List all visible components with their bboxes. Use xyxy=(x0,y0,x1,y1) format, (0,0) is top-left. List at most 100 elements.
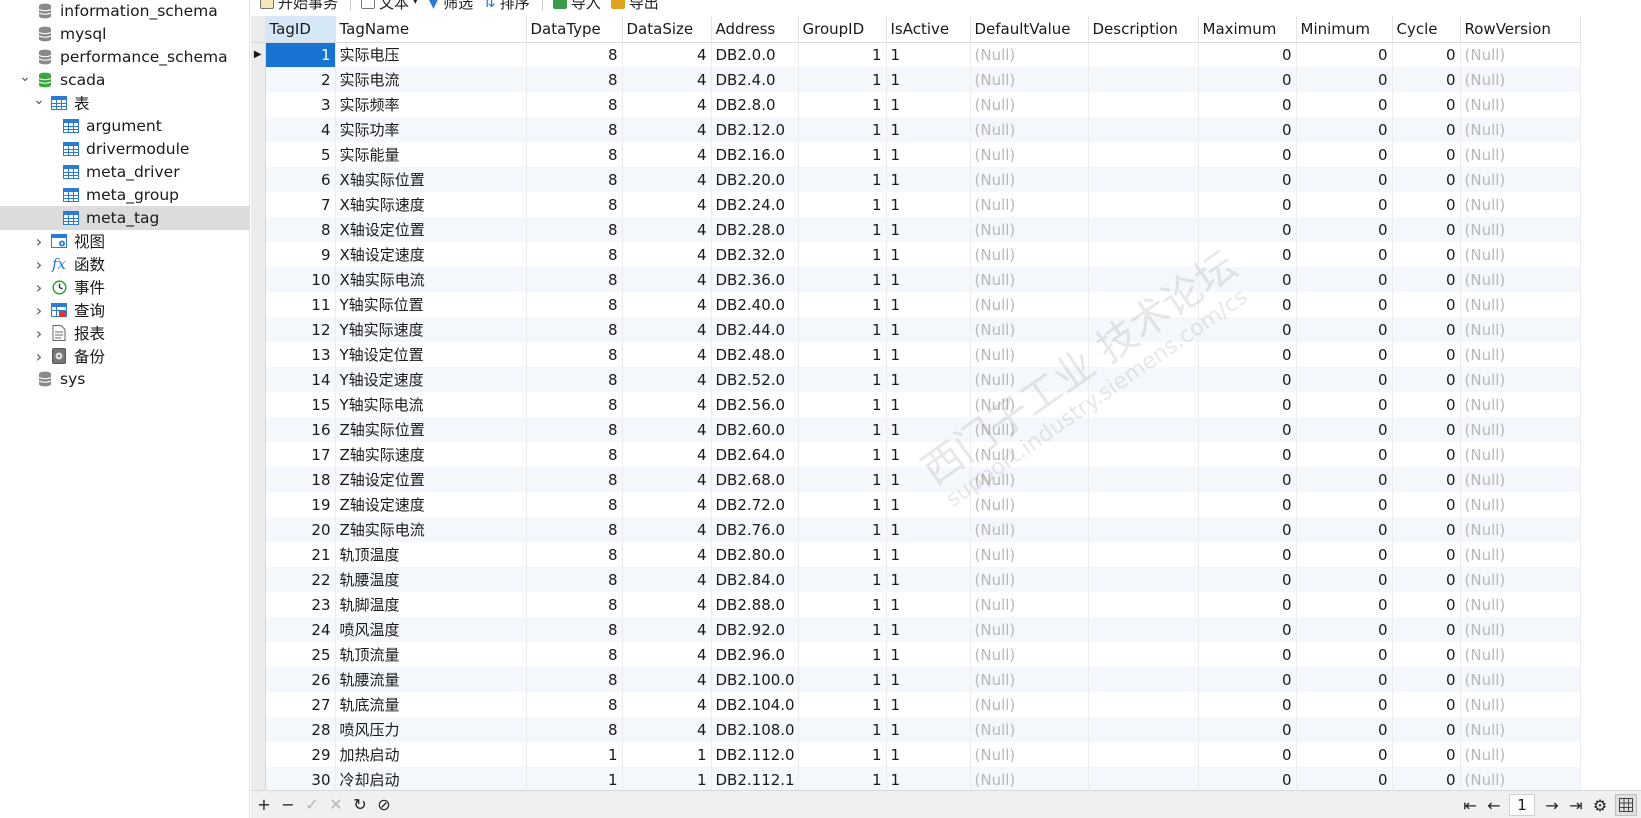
cell-defaultvalue[interactable]: (Null) xyxy=(970,292,1089,317)
row-marker[interactable] xyxy=(251,492,266,517)
cell-rowversion[interactable]: (Null) xyxy=(1460,242,1581,267)
cell-defaultvalue[interactable]: (Null) xyxy=(970,692,1089,717)
cell-isactive[interactable]: 1 xyxy=(886,592,971,617)
cell-isactive[interactable]: 1 xyxy=(886,767,971,790)
cell-tagname[interactable]: 喷风温度 xyxy=(335,617,527,642)
cell-datasize[interactable]: 4 xyxy=(622,292,712,317)
cell-datasize[interactable]: 4 xyxy=(622,67,712,92)
cell-isactive[interactable]: 1 xyxy=(886,717,971,742)
column-header-groupid[interactable]: GroupID xyxy=(798,16,887,43)
cell-rowversion[interactable]: (Null) xyxy=(1460,617,1581,642)
cell-address[interactable]: DB2.60.0 xyxy=(711,417,799,442)
cell-address[interactable]: DB2.44.0 xyxy=(711,317,799,342)
cell-rowversion[interactable]: (Null) xyxy=(1460,192,1581,217)
cell-defaultvalue[interactable]: (Null) xyxy=(970,667,1089,692)
cell-description[interactable] xyxy=(1088,367,1199,392)
cell-description[interactable] xyxy=(1088,417,1199,442)
cell-defaultvalue[interactable]: (Null) xyxy=(970,117,1089,142)
cell-defaultvalue[interactable]: (Null) xyxy=(970,417,1089,442)
cell-tagname[interactable]: 轨腰温度 xyxy=(335,567,527,592)
cell-tagid[interactable]: 25 xyxy=(265,642,336,667)
add-record-button[interactable]: + xyxy=(253,794,275,816)
table-row[interactable]: 25 轨顶流量 8 4 DB2.96.0 1 1 (Null) 0 0 0 (Null) xyxy=(251,642,1581,667)
chevron-down-icon[interactable]: ⌄ xyxy=(18,69,32,85)
cell-minimum[interactable]: 0 xyxy=(1296,367,1393,392)
cell-rowversion[interactable]: (Null) xyxy=(1460,92,1581,117)
cell-address[interactable]: DB2.56.0 xyxy=(711,392,799,417)
cell-cycle[interactable]: 0 xyxy=(1392,217,1461,242)
chevron-right-icon[interactable]: › xyxy=(32,301,46,320)
cell-defaultvalue[interactable]: (Null) xyxy=(970,542,1089,567)
cell-cycle[interactable]: 0 xyxy=(1392,42,1461,67)
cell-datatype[interactable]: 8 xyxy=(526,567,623,592)
cell-datasize[interactable]: 4 xyxy=(622,717,712,742)
cell-minimum[interactable]: 0 xyxy=(1296,467,1393,492)
cell-isactive[interactable]: 1 xyxy=(886,667,971,692)
row-marker[interactable] xyxy=(251,717,266,742)
cell-isactive[interactable]: 1 xyxy=(886,117,971,142)
cell-cycle[interactable]: 0 xyxy=(1392,117,1461,142)
cell-datasize[interactable]: 4 xyxy=(622,642,712,667)
cell-tagname[interactable]: Y轴设定速度 xyxy=(335,367,527,392)
cell-cycle[interactable]: 0 xyxy=(1392,192,1461,217)
table-row[interactable]: 27 轨底流量 8 4 DB2.104.0 1 1 (Null) 0 0 0 (Null) xyxy=(251,692,1581,717)
cell-isactive[interactable]: 1 xyxy=(886,642,971,667)
cell-tagname[interactable]: X轴实际速度 xyxy=(335,192,527,217)
cell-description[interactable] xyxy=(1088,342,1199,367)
cell-address[interactable]: DB2.96.0 xyxy=(711,642,799,667)
cell-tagname[interactable]: Z轴实际位置 xyxy=(335,417,527,442)
cell-rowversion[interactable]: (Null) xyxy=(1460,392,1581,417)
cell-isactive[interactable]: 1 xyxy=(886,517,971,542)
cell-description[interactable] xyxy=(1088,692,1199,717)
cell-tagname[interactable]: Z轴设定位置 xyxy=(335,467,527,492)
cell-address[interactable]: DB2.104.0 xyxy=(711,692,799,717)
cell-groupid[interactable]: 1 xyxy=(798,367,887,392)
cell-address[interactable]: DB2.112.1 xyxy=(711,767,799,790)
cell-groupid[interactable]: 1 xyxy=(798,392,887,417)
cell-datasize[interactable]: 4 xyxy=(622,417,712,442)
cell-description[interactable] xyxy=(1088,267,1199,292)
cell-rowversion[interactable]: (Null) xyxy=(1460,767,1581,790)
cell-groupid[interactable]: 1 xyxy=(798,492,887,517)
cell-tagid[interactable]: 30 xyxy=(265,767,336,790)
cell-address[interactable]: DB2.92.0 xyxy=(711,617,799,642)
cell-cycle[interactable]: 0 xyxy=(1392,267,1461,292)
cell-minimum[interactable]: 0 xyxy=(1296,292,1393,317)
cell-cycle[interactable]: 0 xyxy=(1392,292,1461,317)
row-marker[interactable] xyxy=(251,692,266,717)
cell-tagname[interactable]: 实际电压 xyxy=(335,42,527,67)
cell-address[interactable]: DB2.40.0 xyxy=(711,292,799,317)
cell-isactive[interactable]: 1 xyxy=(886,342,971,367)
column-header-tagid[interactable]: TagID xyxy=(265,16,336,43)
row-marker[interactable] xyxy=(251,442,266,467)
cell-cycle[interactable]: 0 xyxy=(1392,592,1461,617)
tree-item-视图[interactable]: › 视图 xyxy=(0,229,250,253)
cell-maximum[interactable]: 0 xyxy=(1198,542,1297,567)
cell-tagname[interactable]: Y轴实际速度 xyxy=(335,317,527,342)
cell-isactive[interactable]: 1 xyxy=(886,42,971,67)
tree-item-备份[interactable]: › 备份 xyxy=(0,344,250,368)
cell-tagid[interactable]: 16 xyxy=(265,417,336,442)
cell-defaultvalue[interactable]: (Null) xyxy=(970,642,1089,667)
column-header-address[interactable]: Address xyxy=(711,16,799,43)
cell-minimum[interactable]: 0 xyxy=(1296,767,1393,790)
column-header-isactive[interactable]: IsActive xyxy=(886,16,971,43)
cell-address[interactable]: DB2.32.0 xyxy=(711,242,799,267)
column-header-rowversion[interactable]: RowVersion xyxy=(1460,16,1581,43)
cell-minimum[interactable]: 0 xyxy=(1296,692,1393,717)
row-marker[interactable] xyxy=(251,367,266,392)
stop-button[interactable]: ⊘ xyxy=(373,794,395,816)
cell-tagid[interactable]: 11 xyxy=(265,292,336,317)
cell-minimum[interactable]: 0 xyxy=(1296,217,1393,242)
cell-maximum[interactable]: 0 xyxy=(1198,267,1297,292)
cell-isactive[interactable]: 1 xyxy=(886,467,971,492)
chevron-down-icon[interactable]: ⌄ xyxy=(32,92,46,108)
cell-address[interactable]: DB2.76.0 xyxy=(711,517,799,542)
cell-groupid[interactable]: 1 xyxy=(798,667,887,692)
cell-datatype[interactable]: 8 xyxy=(526,242,623,267)
row-marker[interactable] xyxy=(251,242,266,267)
cell-address[interactable]: DB2.24.0 xyxy=(711,192,799,217)
table-row[interactable]: 17 Z轴实际速度 8 4 DB2.64.0 1 1 (Null) 0 0 0 (Null) xyxy=(251,442,1581,467)
cell-maximum[interactable]: 0 xyxy=(1198,317,1297,342)
cell-minimum[interactable]: 0 xyxy=(1296,717,1393,742)
